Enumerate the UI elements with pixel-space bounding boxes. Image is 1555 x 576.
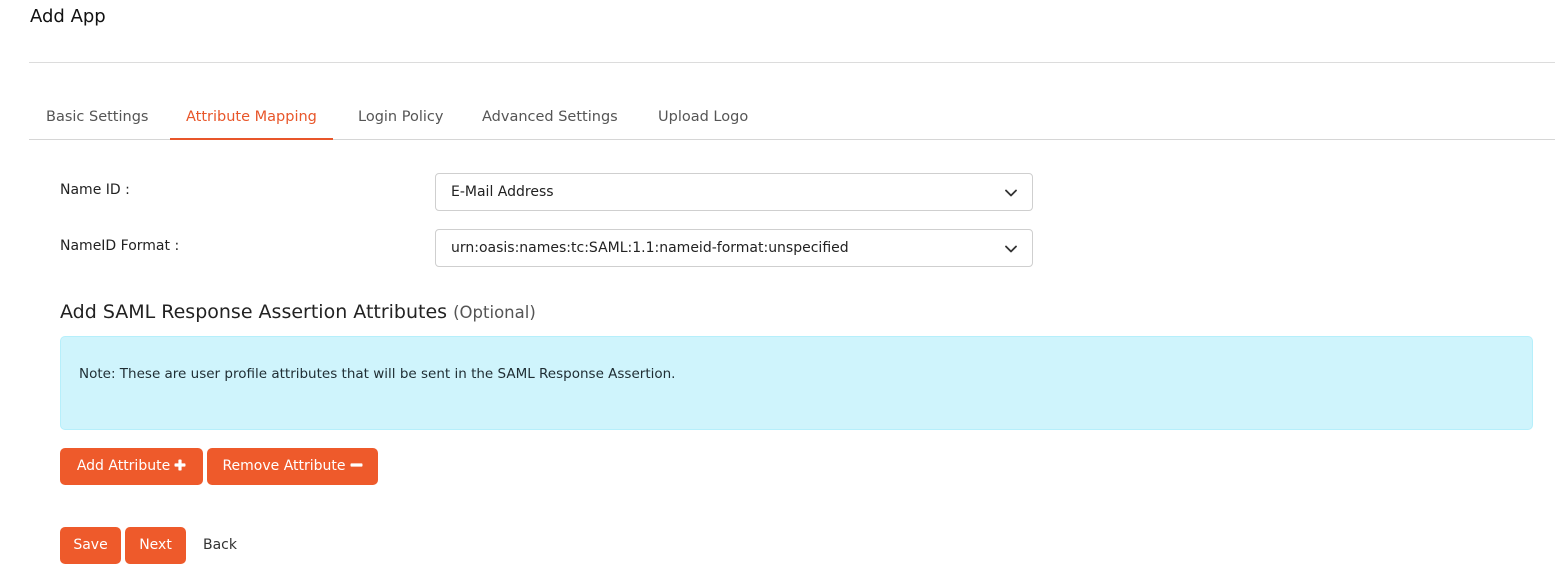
tab-advanced-settings[interactable]: Advanced Settings bbox=[482, 98, 618, 140]
minus-icon bbox=[350, 462, 363, 467]
tab-bar: Basic Settings Attribute Mapping Login P… bbox=[29, 98, 1555, 140]
back-link[interactable]: Back bbox=[203, 527, 237, 564]
note-alert: Note: These are user profile attributes … bbox=[60, 336, 1533, 430]
name-id-select[interactable]: E-Mail Address bbox=[435, 173, 1033, 211]
chevron-down-icon bbox=[1005, 245, 1017, 253]
add-app-page: Add App Basic Settings Attribute Mapping… bbox=[0, 0, 1555, 576]
nameid-format-select[interactable]: urn:oasis:names:tc:SAML:1.1:nameid-forma… bbox=[435, 229, 1033, 267]
nameid-format-label: NameID Format : bbox=[60, 238, 180, 254]
name-id-label: Name ID : bbox=[60, 182, 130, 198]
nameid-format-value: urn:oasis:names:tc:SAML:1.1:nameid-forma… bbox=[451, 240, 849, 256]
page-title: Add App bbox=[30, 6, 106, 27]
plus-icon bbox=[174, 459, 186, 470]
next-button[interactable]: Next bbox=[125, 527, 186, 564]
name-id-value: E-Mail Address bbox=[451, 184, 554, 200]
tab-login-policy[interactable]: Login Policy bbox=[358, 98, 443, 140]
chevron-down-icon bbox=[1005, 189, 1017, 197]
save-button[interactable]: Save bbox=[60, 527, 121, 564]
tab-attribute-mapping[interactable]: Attribute Mapping bbox=[170, 98, 333, 140]
add-attribute-label: Add Attribute bbox=[76, 458, 171, 474]
title-divider bbox=[29, 62, 1555, 63]
attributes-section-heading: Add SAML Response Assertion Attributes (… bbox=[60, 301, 536, 323]
note-text: Note: These are user profile attributes … bbox=[79, 366, 676, 382]
optional-tag: (Optional) bbox=[453, 303, 536, 322]
tab-upload-logo[interactable]: Upload Logo bbox=[658, 98, 748, 140]
attributes-heading-text: Add SAML Response Assertion Attributes bbox=[60, 301, 448, 323]
add-attribute-button[interactable]: Add Attribute bbox=[60, 448, 203, 485]
remove-attribute-label: Remove Attribute bbox=[222, 458, 346, 474]
tab-basic-settings[interactable]: Basic Settings bbox=[46, 98, 148, 140]
remove-attribute-button[interactable]: Remove Attribute bbox=[207, 448, 378, 485]
